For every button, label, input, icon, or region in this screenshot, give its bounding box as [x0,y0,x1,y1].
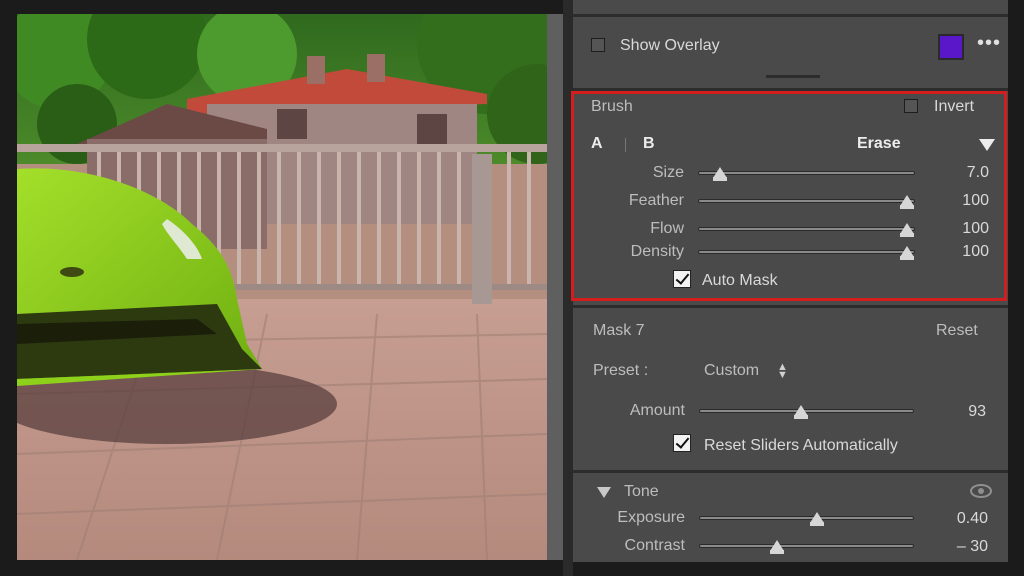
preset-select[interactable]: Custom [704,362,759,380]
density-slider-track[interactable] [698,250,915,254]
panel-separator [573,305,1008,308]
flow-value[interactable]: 100 [933,220,989,238]
contrast-label: Contrast [624,537,685,554]
photo-canvas[interactable] [17,14,547,560]
mask-title: Mask 7 [593,322,645,339]
reset-sliders-checkbox[interactable] [673,434,691,452]
auto-mask-checkbox[interactable] [673,270,691,288]
brush-tab-divider [625,138,626,152]
brush-tab-b[interactable]: B [643,135,655,153]
size-value[interactable]: 7.0 [933,164,989,182]
invert-checkbox[interactable] [904,99,918,113]
show-overlay-label: Show Overlay [620,37,720,54]
auto-mask-label: Auto Mask [702,272,778,289]
more-icon[interactable]: ••• [977,32,1001,55]
invert-label: Invert [934,98,975,115]
tone-collapse-icon[interactable] [597,487,611,498]
feather-value[interactable]: 100 [933,192,989,210]
brush-title: Brush [591,98,633,115]
reset-sliders-label: Reset Sliders Automatically [704,437,898,454]
slider-label-flow: Flow [650,220,684,237]
tone-title: Tone [624,483,659,500]
size-slider-track[interactable] [698,171,915,175]
slider-label-density: Density [630,243,684,260]
contrast-value[interactable]: – 30 [933,538,988,556]
mask-panel: Show Overlay ••• Brush Invert A B Erase … [573,0,1008,562]
eye-icon[interactable] [970,484,992,498]
panel-divider[interactable] [547,14,563,560]
slider-label-feather: Feather [628,192,684,209]
exposure-value[interactable]: 0.40 [933,510,988,528]
contrast-slider-track[interactable] [699,544,914,548]
slider-label-size: Size [652,164,684,181]
brush-options-dropdown-icon[interactable] [979,139,995,151]
panel-gutter [563,0,573,576]
overlay-color-swatch[interactable] [938,34,964,60]
brush-tab-a[interactable]: A [591,135,603,153]
amount-slider-thumb[interactable] [794,405,808,419]
exposure-label: Exposure [617,509,685,526]
panel-separator [573,470,1008,473]
density-slider-thumb[interactable] [900,246,914,260]
preset-stepper-icon[interactable]: ▲ ▼ [777,362,788,381]
brush-erase[interactable]: Erase [857,135,901,153]
size-slider-thumb[interactable] [713,167,727,181]
panel-separator [573,88,1008,91]
show-overlay-checkbox[interactable] [591,38,605,52]
amount-value[interactable]: 93 [933,403,986,421]
flow-slider-thumb[interactable] [900,223,914,237]
amount-label: Amount [629,402,685,419]
panel-top-separator [573,14,1008,17]
exposure-slider-track[interactable] [699,516,914,520]
feather-slider-thumb[interactable] [900,195,914,209]
feather-slider-track[interactable] [698,199,915,203]
exposure-slider-thumb[interactable] [810,512,824,526]
panel-resize-handle[interactable] [766,75,820,78]
preset-label: Preset : [593,362,649,379]
contrast-slider-thumb[interactable] [770,540,784,554]
mask-reset-button[interactable]: Reset [936,322,978,340]
photo-image [17,14,547,560]
density-value[interactable]: 100 [933,243,989,261]
flow-slider-track[interactable] [698,227,915,231]
